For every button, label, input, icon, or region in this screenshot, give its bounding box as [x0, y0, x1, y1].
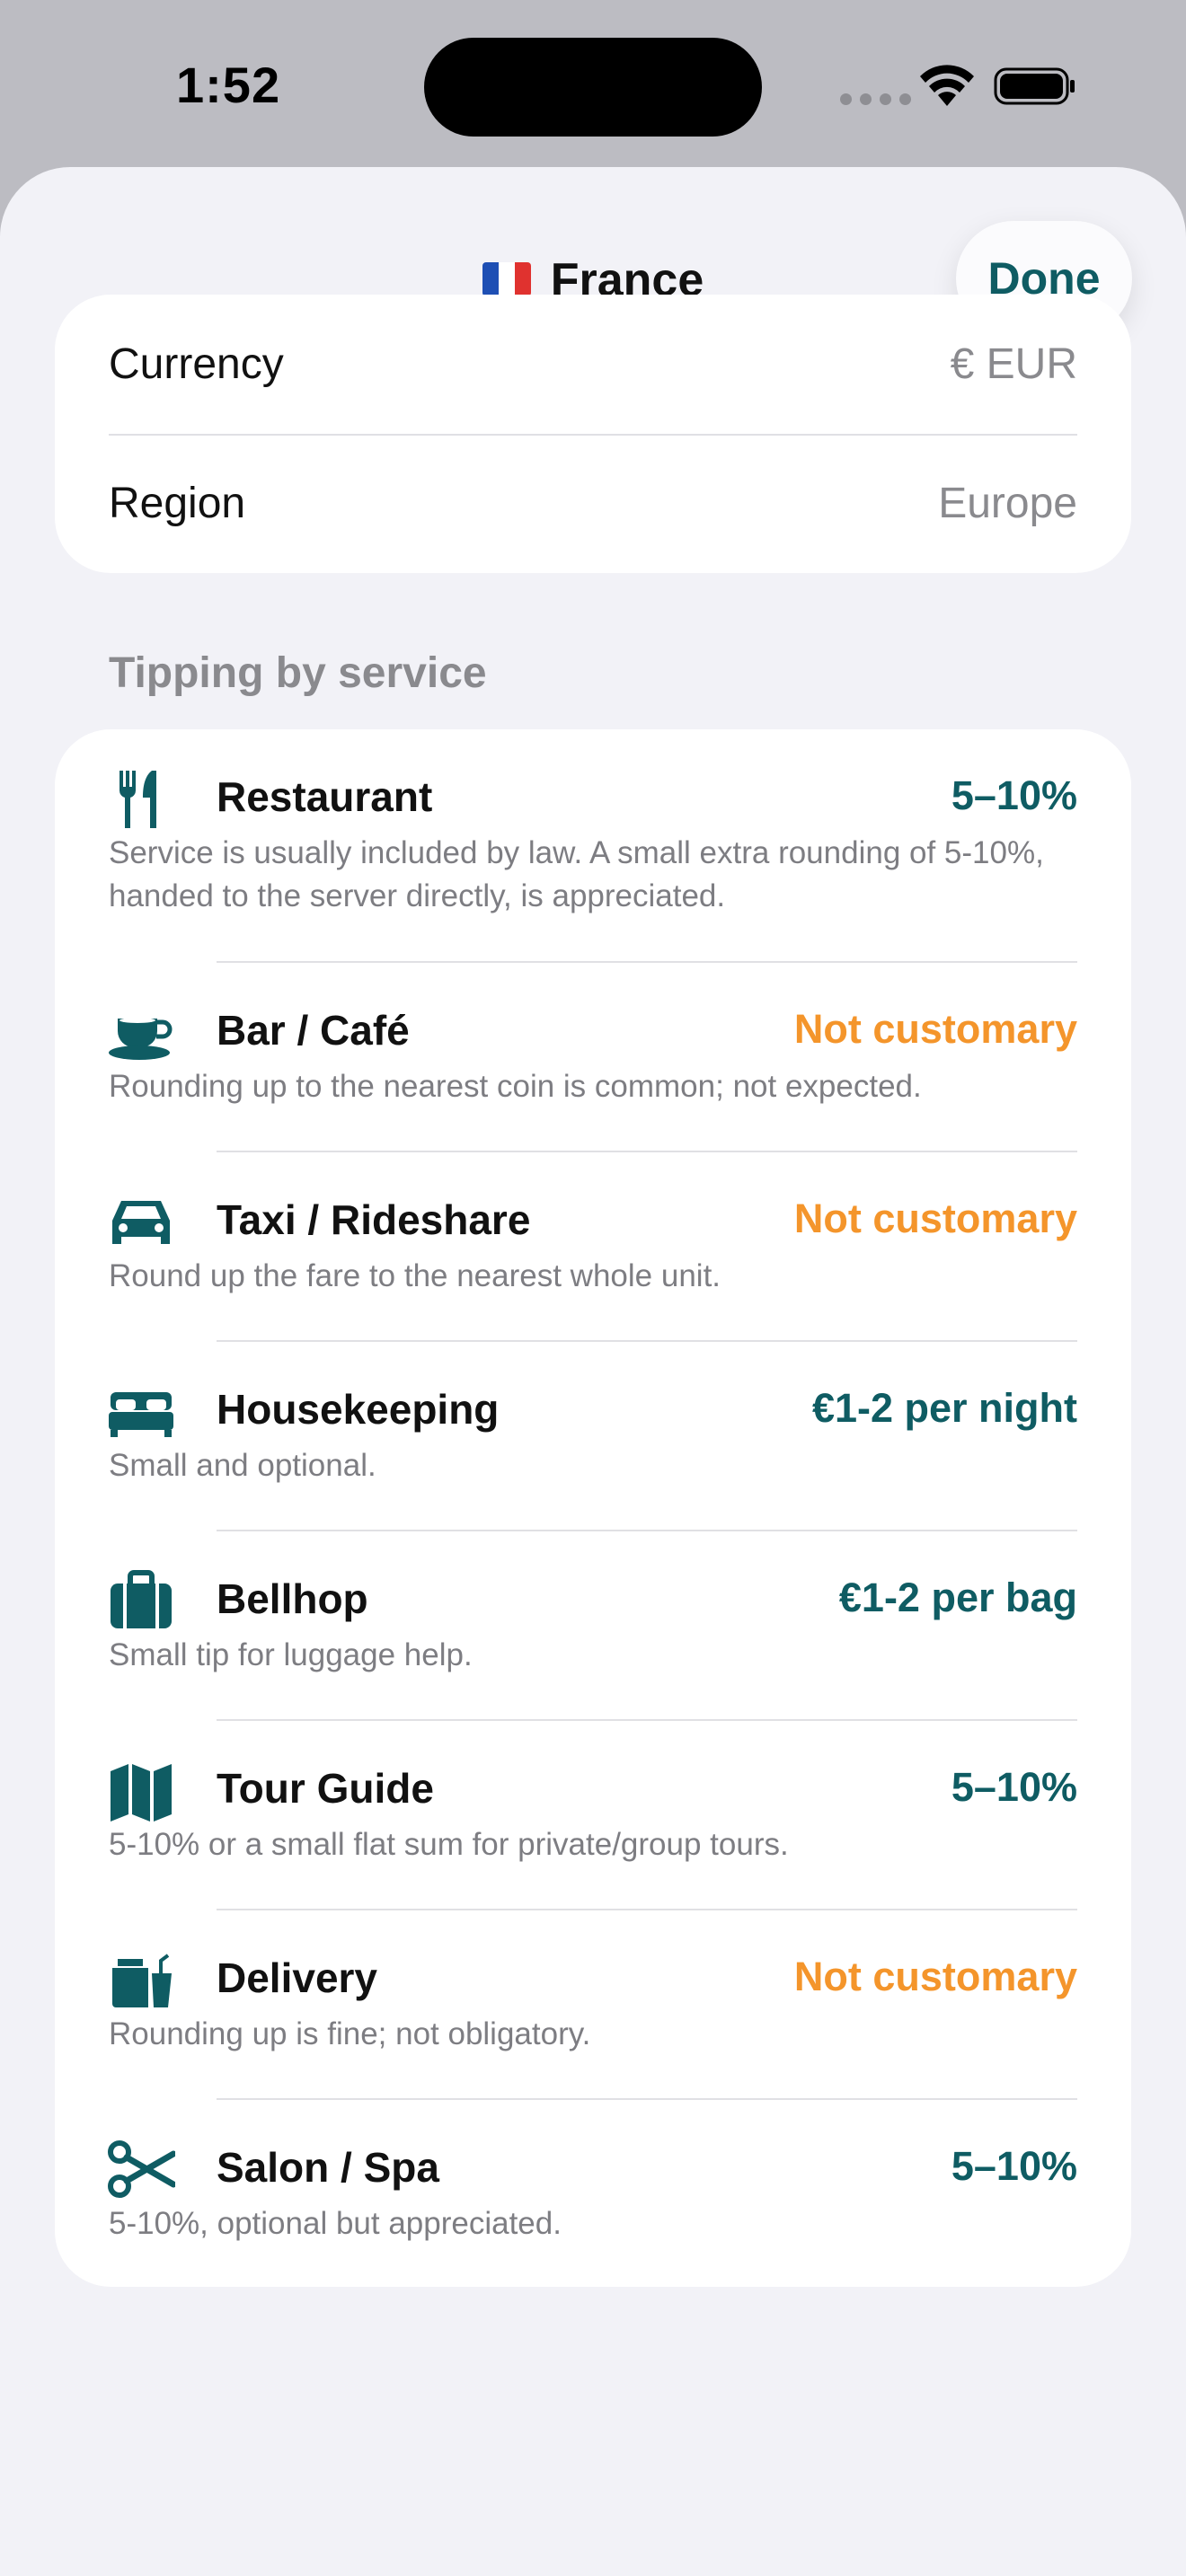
- cellular-signal-icon: [840, 93, 911, 105]
- bed-icon: [107, 1380, 175, 1442]
- scissors-icon: [107, 2138, 175, 2201]
- list-item: Housekeeping €1-2 per night Small and op…: [55, 1342, 1131, 1531]
- currency-value: € EUR: [950, 340, 1077, 388]
- list-item: Taxi / Rideshare Not customary Round up …: [55, 1152, 1131, 1342]
- service-name: Housekeeping: [217, 1386, 500, 1433]
- currency-label: Currency: [109, 340, 284, 388]
- battery-icon: [994, 67, 1075, 105]
- service-tip-value: 5–10%: [951, 772, 1077, 818]
- service-name: Salon / Spa: [217, 2144, 439, 2191]
- list-item: Salon / Spa 5–10% 5-10%, optional but ap…: [55, 2100, 1131, 2289]
- car-icon: [107, 1190, 175, 1253]
- service-tip-value: Not customary: [793, 1006, 1077, 1052]
- service-description: 5-10% or a small flat sum for private/gr…: [109, 1827, 789, 1862]
- country-info-card: Currency € EUR Region Europe: [55, 295, 1131, 573]
- wifi-icon: [920, 65, 974, 106]
- list-item: Bar / Café Not customary Rounding up to …: [55, 963, 1131, 1152]
- service-description: Service is usually included by law. A sm…: [109, 835, 1044, 913]
- service-tip-value: 5–10%: [951, 2143, 1077, 2189]
- service-description: Rounding up to the nearest coin is commo…: [109, 1069, 922, 1104]
- service-tip-value: Not customary: [793, 1195, 1077, 1241]
- currency-row: Currency € EUR: [55, 295, 1131, 434]
- fork-knife-icon: [107, 767, 175, 830]
- service-name: Bar / Café: [217, 1007, 410, 1054]
- service-tip-value: €1-2 per night: [811, 1385, 1077, 1431]
- dynamic-island: [424, 38, 762, 137]
- cup-icon: [107, 1001, 175, 1063]
- france-flag-icon: [482, 262, 531, 297]
- suitcase-icon: [107, 1569, 175, 1632]
- service-description: Small and optional.: [109, 1448, 376, 1483]
- status-time: 1:52: [176, 57, 281, 113]
- service-name: Taxi / Rideshare: [217, 1196, 531, 1243]
- tipping-services-card: Restaurant 5–10% Service is usually incl…: [55, 729, 1131, 2287]
- service-description: 5-10%, optional but appreciated.: [109, 2206, 562, 2241]
- service-tip-value: €1-2 per bag: [838, 1575, 1077, 1620]
- service-name: Tour Guide: [217, 1765, 434, 1812]
- bag-icon: [107, 1948, 175, 2011]
- list-item: Delivery Not customary Rounding up is fi…: [55, 1910, 1131, 2100]
- service-name: Bellhop: [217, 1575, 368, 1622]
- region-value: Europe: [938, 480, 1077, 527]
- status-bar: 1:52: [0, 0, 1186, 171]
- service-name: Restaurant: [217, 773, 433, 820]
- service-description: Small tip for luggage help.: [109, 1637, 473, 1672]
- list-item: Restaurant 5–10% Service is usually incl…: [55, 729, 1131, 963]
- map-icon: [107, 1759, 175, 1822]
- service-name: Delivery: [217, 1954, 378, 2001]
- list-item: Tour Guide 5–10% 5-10% or a small flat s…: [55, 1721, 1131, 1910]
- region-label: Region: [109, 480, 246, 527]
- section-header: Tipping by service: [109, 649, 487, 697]
- service-description: Round up the fare to the nearest whole u…: [109, 1258, 721, 1293]
- service-description: Rounding up is fine; not obligatory.: [109, 2016, 591, 2051]
- service-tip-value: Not customary: [793, 1954, 1077, 1999]
- region-row: Region Europe: [55, 434, 1131, 573]
- list-item: Bellhop €1-2 per bag Small tip for lugga…: [55, 1531, 1131, 1721]
- service-tip-value: 5–10%: [951, 1764, 1077, 1810]
